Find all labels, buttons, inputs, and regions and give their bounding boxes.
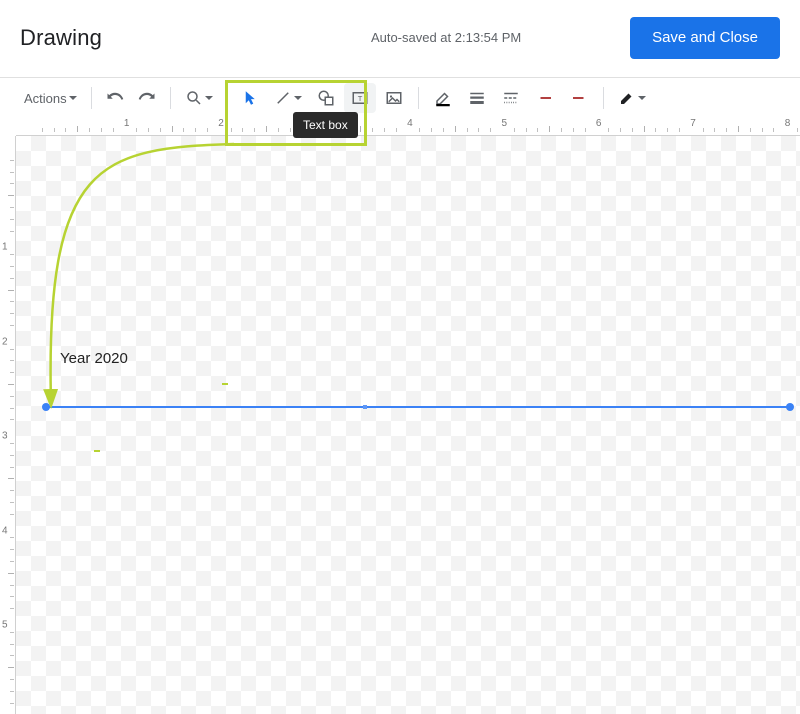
annotation-arrow <box>39 142 269 414</box>
save-and-close-button[interactable]: Save and Close <box>630 17 780 59</box>
line-tool-button[interactable] <box>268 83 308 113</box>
cursor-icon <box>242 89 260 107</box>
separator <box>91 87 92 109</box>
line-color-icon <box>433 89 453 107</box>
textbox-element[interactable]: Year 2020 <box>60 350 128 367</box>
toolbar: Actions T <box>0 78 800 118</box>
autosave-status: Auto-saved at 2:13:54 PM <box>371 30 521 45</box>
caret-down-icon <box>294 94 302 102</box>
vertical-ruler[interactable]: 123456 <box>0 136 16 714</box>
annotation-mark <box>222 383 228 385</box>
undo-button[interactable] <box>100 83 130 113</box>
separator <box>170 87 171 109</box>
line-end-button[interactable] <box>563 83 595 113</box>
zoom-icon <box>185 89 203 107</box>
line-color-button[interactable] <box>427 83 459 113</box>
zoom-button[interactable] <box>179 83 219 113</box>
textbox-icon: T <box>350 89 370 107</box>
line-dash-icon <box>501 89 521 107</box>
line-body <box>46 406 790 408</box>
timeline-line[interactable] <box>46 405 790 409</box>
actions-menu-button[interactable]: Actions <box>18 83 83 113</box>
shape-tool-button[interactable] <box>310 83 342 113</box>
separator <box>418 87 419 109</box>
horizontal-ruler[interactable]: 12345678 <box>16 118 800 136</box>
caret-down-icon <box>69 94 77 102</box>
drawing-canvas[interactable]: Year 2020 <box>16 136 800 714</box>
dialog-header: Drawing Auto-saved at 2:13:54 PM Save an… <box>0 0 800 78</box>
format-paint-icon <box>618 89 636 107</box>
caret-down-icon <box>205 94 213 102</box>
line-weight-button[interactable] <box>461 83 493 113</box>
line-handle-end[interactable] <box>786 403 794 411</box>
actions-label: Actions <box>24 91 67 106</box>
textbox-tool-button[interactable]: T <box>344 83 376 113</box>
redo-icon <box>138 89 156 107</box>
line-start-button[interactable] <box>529 83 561 113</box>
line-dash-button[interactable] <box>495 83 527 113</box>
separator <box>227 87 228 109</box>
shape-icon <box>316 89 336 107</box>
header-left: Drawing <box>20 25 102 51</box>
caret-down-icon <box>638 94 646 102</box>
select-tool-button[interactable] <box>236 83 266 113</box>
undo-icon <box>106 89 124 107</box>
line-start-icon <box>535 89 555 107</box>
dialog-title: Drawing <box>20 25 102 51</box>
annotation-mark <box>94 450 100 452</box>
line-handle-mid[interactable] <box>363 405 367 409</box>
textbox-tooltip: Text box <box>293 112 358 138</box>
image-tool-button[interactable] <box>378 83 410 113</box>
line-weight-icon <box>467 89 487 107</box>
line-end-icon <box>569 89 589 107</box>
redo-button[interactable] <box>132 83 162 113</box>
line-handle-start[interactable] <box>42 403 50 411</box>
canvas-area: 12345678 123456 Year 2020 <box>0 118 800 714</box>
format-options-button[interactable] <box>612 83 652 113</box>
svg-text:T: T <box>357 94 362 103</box>
image-icon <box>384 89 404 107</box>
separator <box>603 87 604 109</box>
line-icon <box>274 89 292 107</box>
